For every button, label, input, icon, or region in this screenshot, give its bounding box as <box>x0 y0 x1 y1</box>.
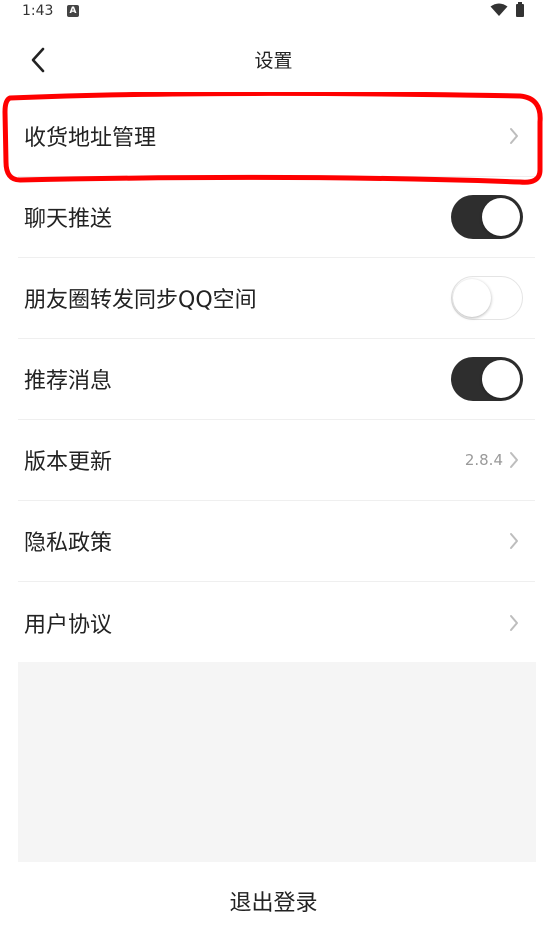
battery-icon <box>516 2 524 17</box>
logout-button[interactable]: 退出登录 <box>0 885 547 917</box>
settings-item-recommend: 推荐消息 <box>18 339 535 420</box>
version-value: 2.8.4 <box>464 451 503 469</box>
settings-list: 收货地址管理 聊天推送 朋友圈转发同步QQ空间 推荐消息 版本更新 2.8.4 <box>0 96 547 663</box>
header: 设置 <box>0 24 547 94</box>
settings-item-label: 隐私政策 <box>24 531 113 556</box>
chevron-right-icon <box>510 614 518 631</box>
settings-item-agreement[interactable]: 用户协议 <box>18 582 535 663</box>
toggle-knob <box>453 278 491 317</box>
wifi-icon <box>490 3 508 16</box>
chat-push-toggle[interactable] <box>451 195 523 239</box>
settings-item-chat-push: 聊天推送 <box>18 177 535 258</box>
moments-sync-toggle[interactable] <box>451 276 523 320</box>
settings-item-address[interactable]: 收货地址管理 <box>18 96 535 177</box>
settings-item-label: 收货地址管理 <box>24 126 157 151</box>
notification-icon: A <box>67 5 79 17</box>
page-title: 设置 <box>254 50 293 72</box>
settings-item-moments-sync: 朋友圈转发同步QQ空间 <box>18 258 535 339</box>
recommend-toggle[interactable] <box>451 357 523 401</box>
settings-item-privacy[interactable]: 隐私政策 <box>18 501 535 582</box>
status-time: 1:43 <box>22 3 54 19</box>
settings-item-label: 版本更新 <box>24 450 113 475</box>
chevron-right-icon <box>510 533 518 549</box>
settings-item-label: 朋友圈转发同步QQ空间 <box>24 288 257 313</box>
chevron-right-icon <box>510 452 518 468</box>
chevron-right-icon <box>510 128 518 144</box>
settings-item-label: 聊天推送 <box>24 207 113 232</box>
toggle-knob <box>482 198 520 236</box>
settings-item-label: 用户协议 <box>24 612 113 638</box>
blank-panel <box>18 662 536 862</box>
status-bar: 1:43 A <box>0 0 547 24</box>
toggle-knob <box>482 360 520 398</box>
settings-item-version[interactable]: 版本更新 2.8.4 <box>18 420 535 501</box>
settings-item-label: 推荐消息 <box>24 369 113 394</box>
